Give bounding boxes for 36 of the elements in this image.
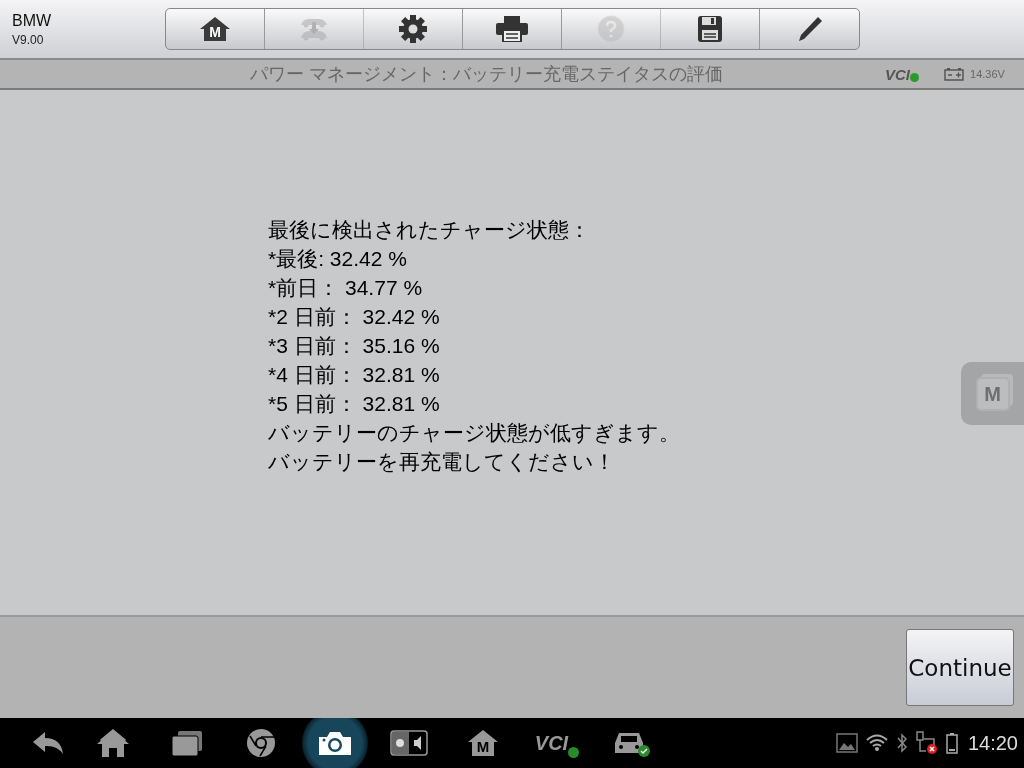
message-line: *4 日前： 32.81 %	[268, 362, 441, 388]
message-line: バッテリーを再充電してください！	[268, 449, 616, 475]
image-notification-icon	[835, 733, 858, 753]
help-icon	[597, 15, 625, 43]
message-line: 最後に検出されたチャージ状態：	[268, 217, 591, 243]
continue-button[interactable]: Continue	[906, 629, 1014, 706]
clock-time: 14:20	[967, 731, 1018, 755]
message-line: バッテリーのチャージ状態が低すぎます。	[268, 420, 680, 446]
recent-apps-icon	[170, 729, 204, 757]
message-line: *最後: 32.42 %	[268, 246, 408, 272]
page-title: パワー マネージメント：バッテリー充電ステイタスの評価	[250, 63, 724, 86]
app-taskbar-button[interactable]: M	[446, 718, 520, 768]
home-icon: M	[467, 729, 499, 757]
app-version: V9.00	[12, 32, 45, 47]
message-line: *前日： 34.77 %	[268, 275, 424, 301]
browser-icon	[246, 728, 276, 758]
message-line: *5 日前： 32.81 %	[268, 391, 441, 417]
save-icon	[697, 15, 723, 43]
message-line: *2 日前： 32.42 %	[268, 304, 441, 330]
battery-icon	[944, 67, 964, 81]
wifi-icon	[865, 734, 888, 752]
camera-icon	[317, 729, 353, 757]
home-icon: M	[199, 16, 231, 42]
message-line: *3 日前： 35.16 %	[268, 333, 441, 359]
network-error-icon	[915, 731, 938, 755]
bluetooth-icon	[895, 733, 908, 753]
settings-icon	[399, 15, 427, 43]
vci-taskbar-button[interactable]: VCI	[520, 718, 594, 768]
back-icon	[31, 730, 65, 756]
battery-level-icon	[945, 732, 958, 754]
print-icon	[496, 16, 528, 42]
app-name: BMW	[12, 11, 53, 30]
brightness-volume-icon	[390, 730, 428, 756]
home-button[interactable]: M	[166, 9, 265, 49]
home-icon	[95, 728, 131, 758]
battery-voltage: 14.36V	[970, 68, 1005, 80]
